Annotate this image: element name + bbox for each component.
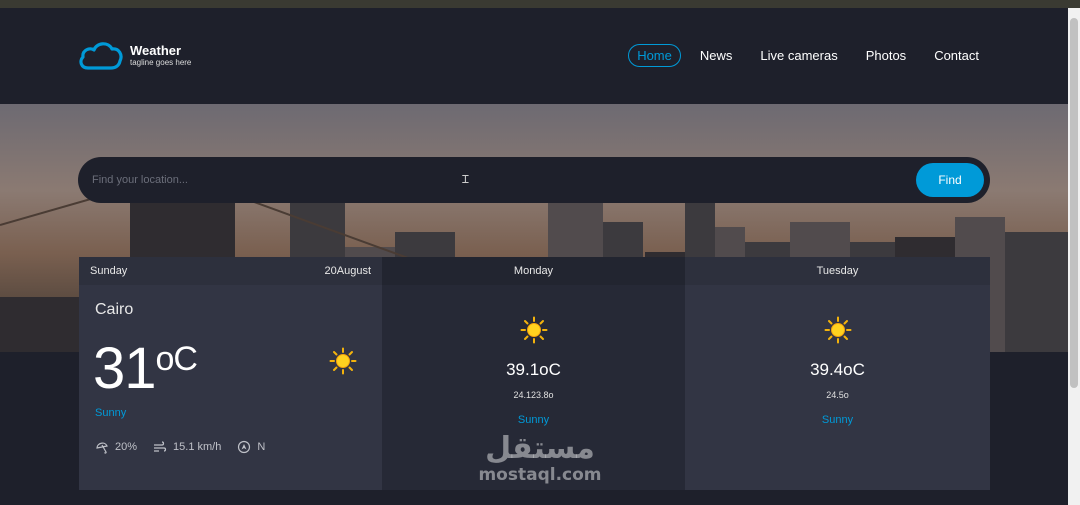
current-temperature: 31oC [93, 336, 198, 401]
forecast-day-name: Monday [513, 265, 554, 277]
forecast-low: 24.123.8o [513, 390, 554, 400]
location-search-input[interactable] [92, 169, 692, 191]
today-day: Sunday [90, 265, 128, 277]
cloud-icon [79, 42, 123, 70]
search-bar: Find [78, 157, 990, 203]
watermark-arabic: مستقل [485, 431, 595, 466]
page-scrollbar[interactable] [1068, 8, 1080, 505]
wind-direction: N [257, 441, 266, 453]
forecast-condition: Sunny [821, 414, 854, 426]
nav-news[interactable]: News [691, 44, 742, 67]
find-button[interactable]: Find [916, 163, 984, 197]
browser-top-strip [0, 0, 1080, 8]
forecast-high: 39.4oC [810, 360, 865, 379]
forecast-high: 39.1oC [506, 360, 561, 379]
wind-icon [154, 441, 167, 452]
sun-icon [329, 347, 357, 375]
nav-contact[interactable]: Contact [925, 44, 988, 67]
forecast-day-name: Tuesday [816, 265, 859, 277]
forecast-day-card: Tuesday 39.4oC 24.5o Sunny [685, 257, 990, 490]
brand-tagline: tagline goes here [130, 57, 192, 67]
today-date: 20August [324, 265, 371, 277]
wind-speed: 15.1 km/h [173, 441, 222, 453]
site-header: Weather tagline goes here Home News Live… [0, 8, 1068, 104]
scrollbar-thumb[interactable] [1070, 18, 1078, 388]
today-condition: Sunny [95, 407, 127, 419]
compass-icon [238, 440, 251, 454]
city-name: Cairo [95, 301, 134, 318]
forecast-condition: Sunny [517, 414, 550, 426]
today-card: Sunday 20August Cairo 31oC Sunny 20% 15.… [79, 257, 382, 490]
nav-home[interactable]: Home [628, 44, 681, 67]
nav-photos[interactable]: Photos [857, 44, 915, 67]
humidity-value: 20% [115, 441, 138, 453]
brand-name: Weather [130, 42, 182, 58]
nav-live-cameras[interactable]: Live cameras [751, 44, 846, 67]
main-nav: Home News Live cameras Photos Contact [628, 44, 988, 67]
sun-icon [520, 316, 547, 344]
watermark-latin: mostaql.com [478, 465, 602, 485]
umbrella-icon [96, 442, 108, 454]
watermark: مستقل mostaql.com [470, 431, 610, 485]
logo[interactable]: Weather tagline goes here [78, 40, 191, 70]
forecast-low: 24.5o [826, 390, 849, 400]
text-cursor-icon: Ꮖ [462, 174, 470, 186]
sun-icon [824, 316, 851, 344]
